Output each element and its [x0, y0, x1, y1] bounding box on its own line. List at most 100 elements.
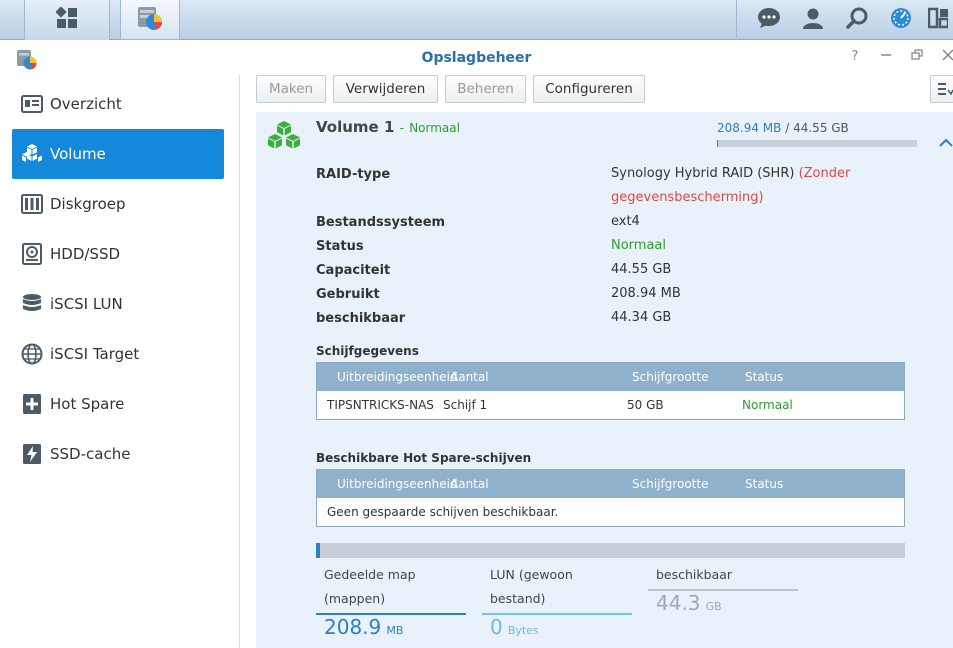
collapse-chevron-icon[interactable]	[939, 132, 953, 151]
sidebar: Overzicht Volume Diskgroep HDD/SSD iSCSI…	[0, 75, 240, 648]
available-label: beschikbaar	[316, 311, 406, 326]
table-header: Uitbreidingseenheid Aantal Schijfgrootte…	[317, 470, 904, 498]
sidebar-item-overview[interactable]: Overzicht	[12, 79, 224, 129]
raid-type-text: Synology Hybrid RAID (SHR)	[611, 166, 795, 181]
volume-usage-bar	[717, 140, 917, 147]
search-icon	[846, 7, 868, 33]
table-row[interactable]: TIPSNTRICKS-NAS Schijf 1 50 GB Normaal	[317, 391, 904, 419]
status-label: Status	[316, 239, 364, 254]
remove-button[interactable]: Verwijderen	[333, 75, 438, 103]
header-count[interactable]: Aantal	[450, 477, 489, 491]
header-count[interactable]: Aantal	[450, 370, 489, 384]
header-unit[interactable]: Uitbreidingseenheid	[337, 477, 458, 491]
close-button[interactable]	[939, 49, 953, 67]
window-title: Opslagbeheer	[421, 50, 532, 66]
sidebar-item-label: SSD-cache	[50, 445, 131, 463]
volume-detail-panel: Volume 1 - Normaal 208.94 MB / 44.55 GB …	[256, 112, 953, 648]
empty-message: Geen gespaarde schijven beschikbaar.	[327, 505, 559, 519]
sidebar-item-iscsi-target[interactable]: iSCSI Target	[12, 329, 224, 379]
volume-name: Volume 1	[316, 118, 395, 136]
used-label: Gebruikt	[316, 287, 380, 302]
raid-type-label: RAID-type	[316, 167, 391, 182]
usage-separator: /	[785, 121, 790, 135]
stat-available-value-row: 44.3 GB	[648, 591, 798, 615]
widgets-button[interactable]	[923, 0, 953, 40]
sidebar-item-label: Diskgroep	[50, 195, 126, 213]
stat-lun-unit: Bytes	[507, 624, 539, 637]
stat-available-value: 44.3	[656, 591, 701, 615]
sidebar-item-diskgroup[interactable]: Diskgroep	[12, 179, 224, 229]
taskbar	[0, 0, 953, 40]
hot-spare-icon	[21, 393, 43, 415]
header-size[interactable]: Schijfgrootte	[632, 477, 708, 491]
hdd-icon	[21, 243, 43, 265]
stat-lun-value: 0	[490, 615, 503, 639]
cell-size: 50 GB	[627, 398, 664, 412]
disk-info-title: Schijfgegevens	[316, 344, 419, 358]
sidebar-item-label: Volume	[50, 145, 106, 163]
header-status[interactable]: Status	[745, 370, 783, 384]
help-button[interactable]: ?	[846, 49, 864, 67]
volume-cubes-icon	[266, 120, 302, 158]
status-value: Normaal	[611, 238, 667, 253]
cell-status: Normaal	[742, 398, 793, 412]
create-button[interactable]: Maken	[256, 75, 326, 103]
dsm-options-icon	[890, 7, 912, 33]
stat-available: beschikbaar 44.3 GB	[648, 563, 798, 643]
taskbar-storage-manager-button[interactable]	[120, 0, 180, 40]
capacity-value: 44.55 GB	[611, 262, 672, 277]
volume-status-prefix: -	[399, 121, 404, 135]
configure-button[interactable]: Configureren	[533, 75, 645, 103]
header-unit[interactable]: Uitbreidingseenheid	[337, 370, 458, 384]
minimize-button[interactable]	[877, 49, 895, 67]
usage-breakdown-fill	[316, 543, 320, 558]
user-button[interactable]	[791, 0, 835, 40]
hotspare-title: Beschikbare Hot Spare-schijven	[316, 451, 532, 465]
view-options-button[interactable]	[930, 75, 953, 103]
chat-icon	[757, 7, 781, 33]
filesystem-value: ext4	[611, 214, 640, 229]
raid-type-value: Synology Hybrid RAID (SHR) (Zonder gegev…	[611, 162, 881, 210]
diskgroup-icon	[21, 193, 43, 215]
manage-button[interactable]: Beheren	[445, 75, 526, 103]
dsm-options-button[interactable]	[879, 0, 923, 40]
chat-button[interactable]	[747, 0, 791, 40]
user-icon	[802, 7, 824, 33]
stat-lun: LUN (gewoon bestand) 0 Bytes	[482, 563, 632, 643]
target-icon	[21, 343, 43, 365]
capacity-label: Capaciteit	[316, 263, 391, 278]
header-status[interactable]: Status	[745, 477, 783, 491]
restore-button[interactable]	[908, 49, 926, 67]
sidebar-item-label: Overzicht	[50, 95, 122, 113]
toolbar: Maken Verwijderen Beheren Configureren	[241, 75, 953, 111]
sidebar-item-hdd-ssd[interactable]: HDD/SSD	[12, 229, 224, 279]
volume-status: Normaal	[409, 121, 460, 135]
search-button[interactable]	[835, 0, 879, 40]
sidebar-item-hot-spare[interactable]: Hot Spare	[12, 379, 224, 429]
used-value: 208.94 MB	[611, 286, 681, 301]
stat-available-label: beschikbaar	[656, 567, 733, 582]
stat-lun-label: LUN (gewoon bestand)	[490, 567, 573, 606]
volume-icon	[21, 143, 43, 165]
minimize-icon	[881, 54, 891, 56]
cell-count: Schijf 1	[443, 398, 488, 412]
grid-icon	[55, 6, 78, 33]
overview-icon	[21, 93, 43, 115]
empty-row: Geen gespaarde schijven beschikbaar.	[317, 498, 904, 526]
sidebar-item-label: HDD/SSD	[50, 245, 121, 263]
header-size[interactable]: Schijfgrootte	[632, 370, 708, 384]
sidebar-item-volume[interactable]: Volume	[12, 129, 224, 179]
stat-shared-value: 208.9	[324, 615, 382, 639]
sidebar-item-iscsi-lun[interactable]: iSCSI LUN	[12, 279, 224, 329]
main-menu-button[interactable]	[24, 0, 110, 40]
volume-total: 44.55 GB	[793, 121, 849, 135]
stat-available-unit: GB	[705, 600, 722, 613]
table-header: Uitbreidingseenheid Aantal Schijfgrootte…	[317, 363, 904, 391]
widgets-icon	[927, 7, 950, 33]
sidebar-item-ssd-cache[interactable]: SSD-cache	[12, 429, 224, 479]
stat-shared-folders: Gedeelde map (mappen) 208.9 MB	[316, 563, 466, 643]
taskbar-separator	[736, 0, 737, 40]
filesystem-label: Bestandssysteem	[316, 215, 446, 230]
ssd-cache-icon	[21, 443, 43, 465]
lun-icon	[21, 293, 43, 315]
